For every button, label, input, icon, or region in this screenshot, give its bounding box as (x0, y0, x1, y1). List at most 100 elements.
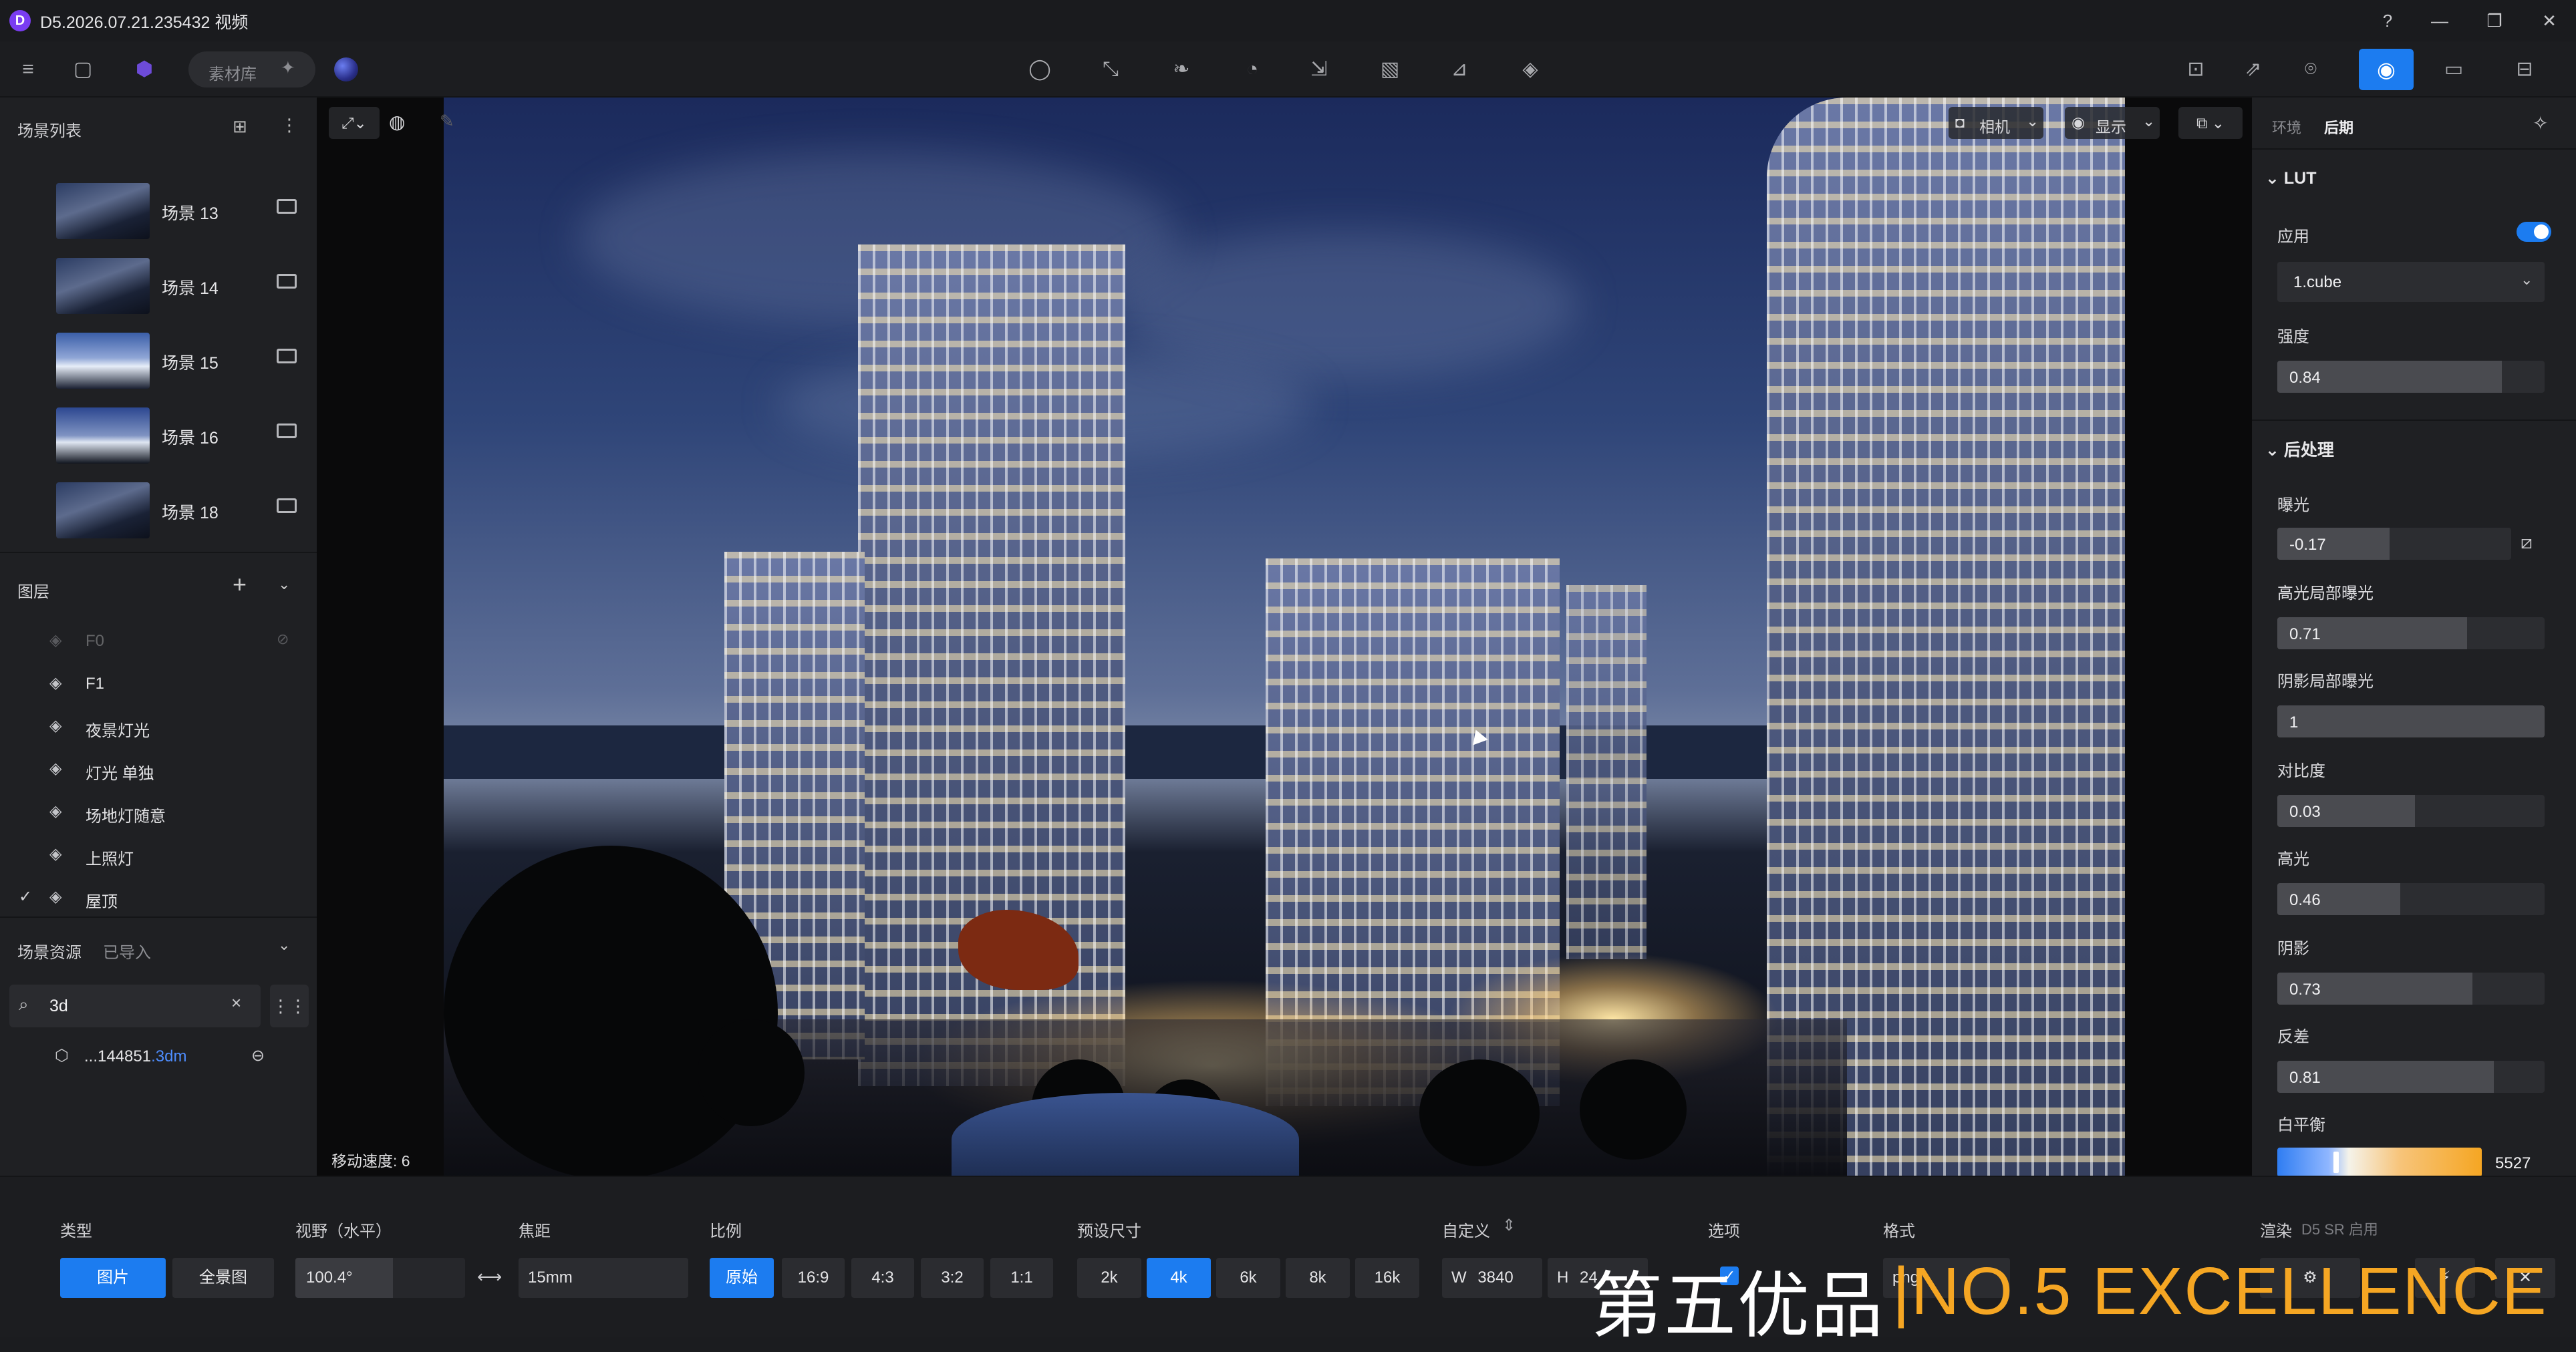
preset-2k-button[interactable]: 2k (1077, 1258, 1141, 1298)
scene-thumbnail (56, 183, 150, 239)
clear-search-icon[interactable]: × (231, 993, 241, 1013)
auto-exposure-icon[interactable]: ⧄ (2521, 532, 2533, 554)
tab-scene-assets[interactable]: 场景资源 (17, 939, 82, 963)
lock-icon[interactable]: ⊖ (251, 1046, 265, 1065)
width-input[interactable]: W 3840 (1442, 1258, 1542, 1298)
tone-slider[interactable]: 0.81 (2277, 1061, 2545, 1093)
import-icon[interactable]: ⇲ (1304, 55, 1334, 84)
chevron-down-icon[interactable]: ⌄ (278, 576, 290, 593)
camera-icon[interactable] (277, 199, 297, 214)
path-icon[interactable]: ⤡ (1096, 55, 1125, 84)
map-pin-icon[interactable]: ⌾ (2296, 55, 2325, 84)
slider-handle[interactable] (2333, 1152, 2339, 1173)
view-mode-dropdown[interactable]: ⧉ ⌄ (2178, 107, 2243, 139)
ratio-4-3-button[interactable]: 4:3 (851, 1258, 914, 1298)
highlights-slider[interactable]: 0.46 (2277, 883, 2545, 915)
tab-imported[interactable]: 已导入 (103, 939, 151, 963)
measure-icon[interactable]: ⊿ (1445, 55, 1474, 84)
strength-slider[interactable]: 0.84 (2277, 361, 2545, 393)
layer-label: 场地灯随意 (86, 808, 166, 826)
more-icon[interactable]: ⋮ (281, 115, 298, 136)
tab-environment[interactable]: 环境 (2272, 116, 2301, 138)
building (1767, 98, 2125, 1176)
apply-toggle[interactable] (2517, 222, 2551, 242)
contrast-slider[interactable]: 0.03 (2277, 795, 2545, 827)
scene-item[interactable]: 场景 13 (9, 175, 307, 247)
sort-icon[interactable]: ⇕ (1502, 1216, 1516, 1235)
square-icon[interactable]: ▧ (1375, 55, 1405, 84)
axis-tool-button[interactable]: ⤢⌄ (329, 107, 380, 139)
magic-wand-icon[interactable]: ✧ (2533, 112, 2548, 134)
layer-row[interactable]: ◈ 灯光 单独 (0, 747, 317, 790)
lut-section-header[interactable]: ⌄ LUT (2265, 168, 2317, 188)
leaf-icon[interactable]: ❧ (1167, 55, 1196, 84)
scene-item[interactable]: 场景 18 (9, 474, 307, 546)
fov-input[interactable]: 100.4° (295, 1258, 465, 1298)
bulb-icon[interactable]: ◯ (1025, 55, 1054, 84)
cube-icon[interactable]: ⬢ (130, 55, 159, 84)
white-balance-slider[interactable] (2277, 1148, 2482, 1177)
display-dropdown[interactable]: ◉ 显示 ⌄ (2065, 107, 2160, 139)
scene-item[interactable]: 场景 16 (9, 399, 307, 472)
shadow-exposure-slider[interactable]: 1 (2277, 705, 2545, 737)
camera-icon[interactable] (277, 424, 297, 438)
export-icon[interactable]: ⊟ (2510, 55, 2539, 84)
toggle-knob (2534, 224, 2549, 239)
ratio-16-9-button[interactable]: 16:9 (782, 1258, 845, 1298)
exposure-slider[interactable]: -0.17 (2277, 528, 2511, 560)
scene-item[interactable]: 场景 15 (9, 325, 307, 397)
add-scene-icon[interactable]: ⊞ (233, 116, 247, 137)
lut-file-select[interactable]: 1.cube ⌄ (2277, 262, 2545, 302)
sparkle-icon[interactable]: ✦ (281, 57, 295, 78)
highlight-exposure-slider[interactable]: 0.71 (2277, 617, 2545, 649)
menu-icon[interactable]: ≡ (13, 55, 43, 84)
type-photo-button[interactable]: 图片 (60, 1258, 166, 1298)
close-button[interactable]: ✕ (2533, 8, 2566, 33)
asset-search-input[interactable] (9, 985, 261, 1027)
eye-icon: ◉ (2071, 114, 2086, 131)
file-icon[interactable]: ▢ (68, 55, 98, 84)
help-icon[interactable]: ? (2371, 8, 2404, 33)
preset-16k-button[interactable]: 16k (1355, 1258, 1419, 1298)
grid-view-icon[interactable]: ⋮⋮ (270, 985, 309, 1027)
ratio-original-button[interactable]: 原始 (710, 1258, 774, 1298)
sphere-icon[interactable] (334, 57, 358, 81)
type-panorama-button[interactable]: 全景图 (172, 1258, 274, 1298)
chevron-down-icon[interactable]: ⌄ (278, 937, 290, 954)
ratio-1-1-button[interactable]: 1:1 (990, 1258, 1053, 1298)
fire-icon[interactable]: ◔ (1238, 55, 1267, 84)
focal-length-input[interactable]: 15mm (519, 1258, 688, 1298)
minimize-button[interactable]: — (2423, 8, 2456, 33)
globe-icon[interactable]: ◍ (389, 111, 405, 133)
camera-mode-button[interactable]: ◉ (2359, 49, 2414, 90)
layer-row[interactable]: ◈ F1 (0, 661, 317, 704)
share-icon[interactable]: ⇗ (2239, 55, 2268, 84)
camera-icon[interactable] (277, 498, 297, 513)
layer-row[interactable]: ◈ 场地灯随意 (0, 790, 317, 832)
video-icon[interactable]: ▭ (2439, 55, 2468, 84)
shadows-slider[interactable]: 0.73 (2277, 973, 2545, 1005)
add-layer-icon[interactable]: + (233, 570, 247, 599)
asset-item[interactable]: ...144851.3dm (84, 1047, 186, 1066)
link-icon[interactable]: ⟷ (477, 1266, 502, 1287)
vr-icon[interactable]: ⊡ (2181, 55, 2210, 84)
viewport[interactable]: ⤢⌄ ◍ ✎ ◘ 相机 ⌄ ◉ 显示 ⌄ ⧉ ⌄ (317, 98, 2252, 1176)
tab-post[interactable]: 后期 (2324, 116, 2353, 138)
camera-dropdown[interactable]: ◘ 相机 ⌄ (1949, 107, 2043, 139)
pencil-icon[interactable]: ✎ (440, 111, 454, 132)
layer-row[interactable]: ◈ 上照灯 (0, 832, 317, 875)
layer-row[interactable]: ◈ F0 ⊘ (0, 619, 317, 661)
ratio-3-2-button[interactable]: 3:2 (921, 1258, 984, 1298)
restore-button[interactable]: ❐ (2478, 8, 2511, 33)
camera-icon[interactable] (277, 349, 297, 363)
eye-hidden-icon[interactable]: ⊘ (277, 631, 289, 648)
scene-item[interactable]: 场景 14 (9, 250, 307, 322)
layer-row[interactable]: ✓ ◈ 屋顶 (0, 875, 317, 918)
layer-row[interactable]: ◈ 夜景灯光 (0, 704, 317, 747)
post-section-header[interactable]: ⌄ 后处理 (2265, 437, 2334, 461)
camera-icon[interactable] (277, 274, 297, 289)
preset-8k-button[interactable]: 8k (1286, 1258, 1350, 1298)
preset-6k-button[interactable]: 6k (1216, 1258, 1280, 1298)
layers-icon[interactable]: ◈ (1516, 55, 1545, 84)
preset-4k-button[interactable]: 4k (1147, 1258, 1211, 1298)
